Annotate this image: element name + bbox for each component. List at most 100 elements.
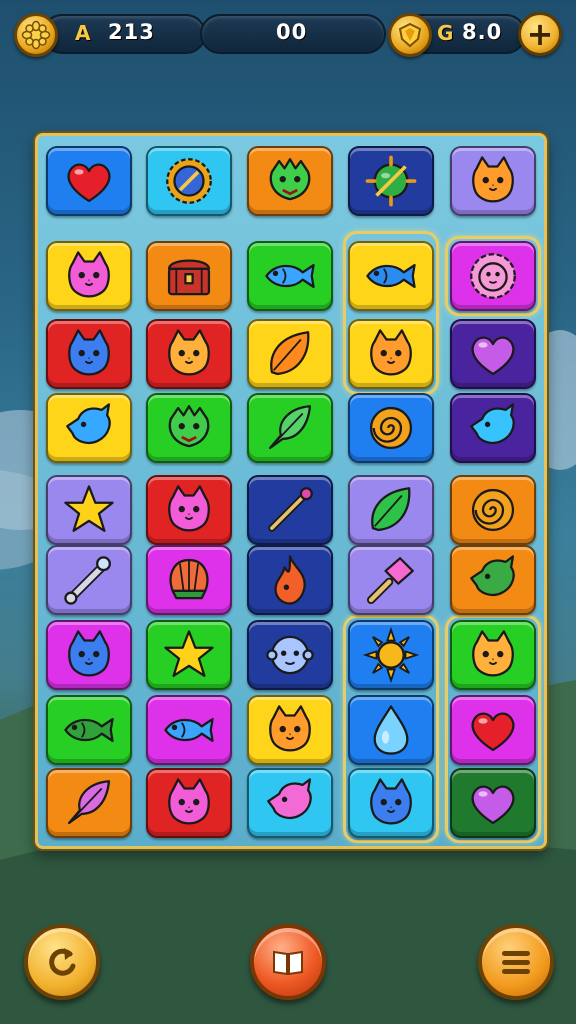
board-tile[interactable]: [146, 475, 232, 545]
board-tile[interactable]: [146, 695, 232, 765]
cat-icon: [472, 630, 514, 677]
board-tile[interactable]: [348, 768, 434, 838]
board-tile[interactable]: [348, 146, 434, 216]
bird-icon: [267, 778, 312, 819]
book-icon: [273, 950, 303, 976]
board-tile[interactable]: [450, 620, 536, 690]
board-tile[interactable]: [450, 768, 536, 838]
board-tile[interactable]: [247, 620, 333, 690]
menu-button[interactable]: [478, 924, 554, 1000]
feather-icon: [268, 405, 312, 450]
fish-icon: [164, 717, 214, 743]
board-tile[interactable]: [146, 319, 232, 389]
board-tile[interactable]: [146, 393, 232, 463]
board-tile[interactable]: [46, 695, 132, 765]
board-tile[interactable]: [46, 768, 132, 838]
board-tile[interactable]: [46, 319, 132, 389]
heart-icon: [471, 336, 515, 376]
shield-coin-icon: [388, 13, 432, 57]
board-tile[interactable]: [348, 620, 434, 690]
board-tile[interactable]: [146, 620, 232, 690]
board-tile[interactable]: [46, 241, 132, 311]
score-value: 213: [108, 20, 155, 44]
star-icon: [64, 485, 114, 532]
board-tile[interactable]: [450, 241, 536, 311]
dragon-icon: [269, 158, 311, 201]
board-tile[interactable]: [146, 146, 232, 216]
lion-icon: [470, 253, 516, 299]
board-tile[interactable]: [348, 393, 434, 463]
board-tile[interactable]: [247, 393, 333, 463]
bird-icon: [470, 555, 515, 596]
board-tile[interactable]: [450, 393, 536, 463]
board-tile[interactable]: [247, 475, 333, 545]
currency-value: 8.0: [462, 20, 503, 44]
board-tile[interactable]: [46, 545, 132, 615]
heart-icon: [471, 712, 515, 752]
cat-icon: [370, 778, 412, 825]
leaf-icon: [270, 331, 310, 376]
sun-compass-icon: [166, 158, 212, 204]
board-tile[interactable]: [46, 475, 132, 545]
fish-icon: [265, 263, 315, 289]
star-icon: [164, 630, 214, 677]
board-tile[interactable]: [146, 545, 232, 615]
cat-icon: [168, 778, 210, 825]
board-tile[interactable]: [247, 545, 333, 615]
board-tile[interactable]: [247, 695, 333, 765]
board-tile[interactable]: [146, 241, 232, 311]
center-counter: 00: [276, 20, 308, 44]
board-tile[interactable]: [348, 241, 434, 311]
board-tile[interactable]: [46, 620, 132, 690]
score-label-glyph: A: [75, 21, 91, 45]
cat-icon: [168, 329, 210, 376]
cat-icon: [68, 329, 110, 376]
cat-icon: [472, 156, 514, 203]
board-tile[interactable]: [450, 146, 536, 216]
board-tile[interactable]: [146, 768, 232, 838]
board-tile[interactable]: [247, 319, 333, 389]
ghost-icon: [266, 635, 314, 675]
cat-icon: [68, 630, 110, 677]
cat-icon: [68, 251, 110, 298]
orb-icon: [365, 155, 417, 207]
board-tile[interactable]: [450, 475, 536, 545]
board-tile[interactable]: [46, 393, 132, 463]
bird-icon: [470, 403, 515, 444]
bird-icon: [66, 403, 111, 444]
gear-coin-icon: [14, 13, 58, 57]
board-tile[interactable]: [247, 146, 333, 216]
swirl-icon: [369, 406, 413, 450]
board-tile[interactable]: [348, 695, 434, 765]
game-board: [35, 133, 547, 849]
swirl-icon: [471, 488, 515, 532]
board-tile[interactable]: [348, 319, 434, 389]
sun-icon: [362, 626, 420, 684]
drop-icon: [373, 705, 409, 755]
heart-icon: [67, 163, 111, 203]
heart-icon: [471, 785, 515, 825]
menu-icon: [502, 951, 530, 974]
cat-icon: [370, 329, 412, 376]
board-tile[interactable]: [450, 695, 536, 765]
board-tile[interactable]: [348, 475, 434, 545]
cat-icon: [168, 485, 210, 532]
board-tile[interactable]: [450, 545, 536, 615]
fish-icon: [64, 717, 114, 743]
undo-icon: [49, 948, 76, 976]
currency-label-glyph: G: [437, 21, 454, 45]
board-tile[interactable]: [450, 319, 536, 389]
hint-button[interactable]: [250, 924, 326, 1000]
board-tile[interactable]: [247, 241, 333, 311]
board-tile[interactable]: [247, 768, 333, 838]
board-tile[interactable]: [348, 545, 434, 615]
feather-icon: [67, 780, 111, 825]
board-tile[interactable]: [46, 146, 132, 216]
hammer-icon: [366, 557, 414, 605]
fish-icon: [366, 263, 416, 289]
leaf-icon: [371, 487, 411, 532]
flame-icon: [274, 555, 306, 605]
undo-button[interactable]: [24, 924, 100, 1000]
cat-icon: [269, 705, 311, 752]
add-currency-button[interactable]: +: [518, 12, 562, 56]
